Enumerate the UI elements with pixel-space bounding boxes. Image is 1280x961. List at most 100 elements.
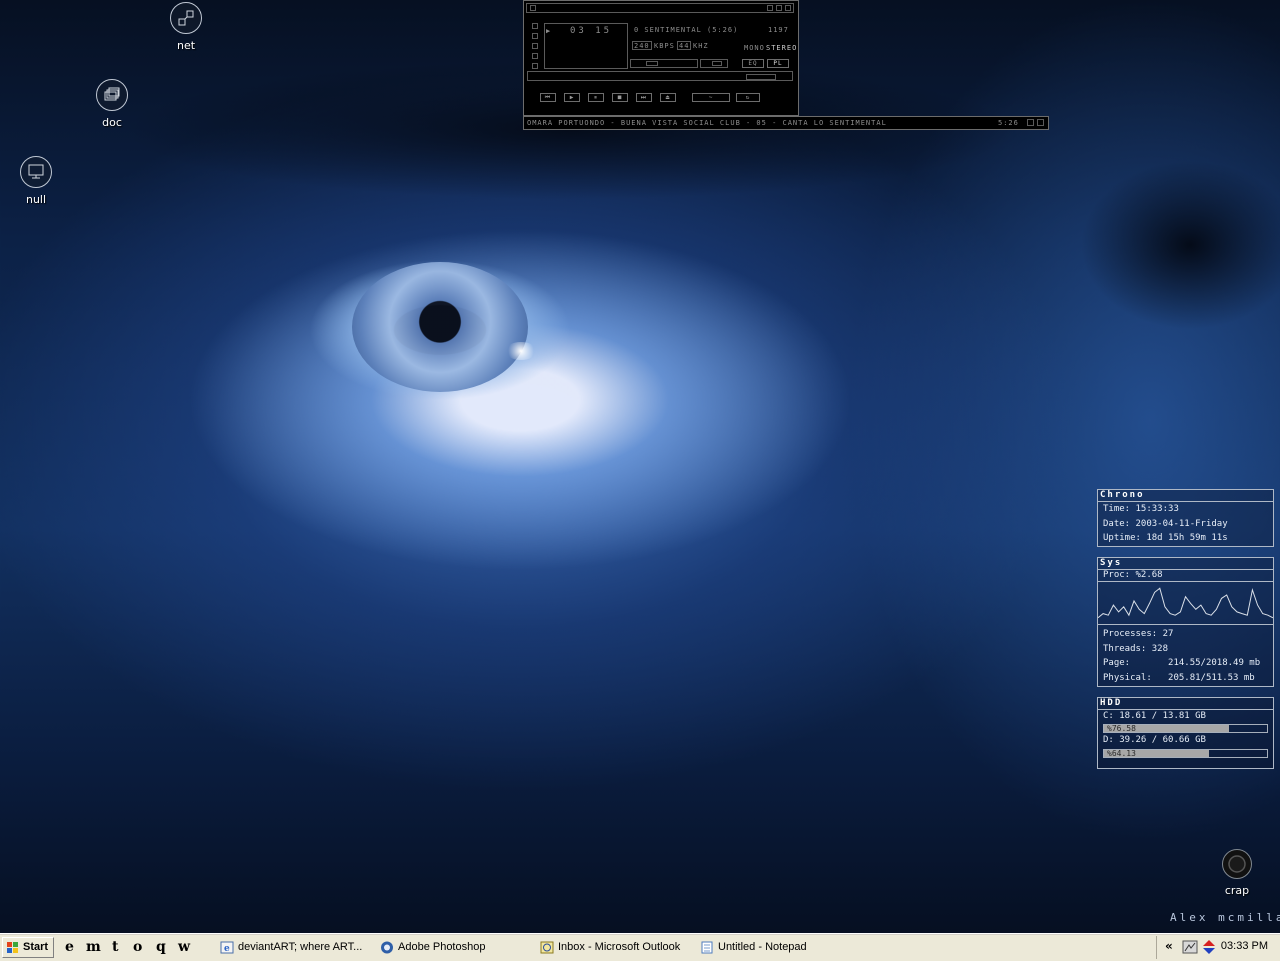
winamp-khz: 44 (679, 42, 690, 50)
winamp-stop-button[interactable]: ■ (612, 93, 628, 102)
documents-icon (96, 79, 128, 111)
winamp-pl-button[interactable]: PL (767, 59, 789, 68)
winamp-option-button[interactable] (532, 23, 538, 29)
winamp-pause-button[interactable]: ⏸ (588, 93, 604, 102)
wallpaper-iris (352, 262, 528, 392)
cpu-graph-line (1098, 587, 1273, 619)
tray-clock[interactable]: 03:33 PM (1221, 940, 1268, 952)
winamp-previous-button[interactable]: ⏮ (540, 93, 556, 102)
hdd-c-percent: %76.58 (1107, 724, 1136, 733)
sys-proc: Proc: %2.68 (1103, 570, 1163, 580)
quicklaunch-item[interactable]: e (65, 937, 74, 957)
quicklaunch-item[interactable]: o (133, 937, 142, 957)
taskbar-button-label: Inbox - Microsoft Outlook (558, 941, 681, 953)
quicklaunch-item[interactable]: q (156, 937, 166, 957)
winamp-eq-button[interactable]: EQ (742, 59, 764, 68)
chrono-title: Chrono (1098, 490, 1273, 502)
winamp-counter: 03 15 (570, 26, 613, 36)
taskbar-button-outlook[interactable]: Inbox - Microsoft Outlook (538, 938, 696, 957)
hdd-c-bar: %76.58 (1103, 724, 1268, 733)
outlook-icon (540, 941, 554, 954)
winamp-shuffle-button[interactable]: ~ (692, 93, 730, 102)
internet-explorer-icon: e (220, 941, 234, 954)
desktop-icon-label: crap (1224, 884, 1250, 897)
winamp-play-button[interactable]: ▶ (564, 93, 580, 102)
winamp-playlist-shade-button[interactable] (1027, 119, 1034, 126)
chrono-date: Date: 2003-04-11-Friday (1103, 518, 1228, 529)
safely-remove-hardware-icon[interactable] (1201, 939, 1217, 955)
winamp-eject-button[interactable]: ⏏ (660, 93, 676, 102)
recycle-bin-icon (1222, 849, 1252, 879)
desktop-icon-label: doc (102, 116, 122, 129)
winamp-option-button[interactable] (532, 33, 538, 39)
winamp-mono-label: MONO (744, 44, 765, 52)
winamp-option-button[interactable] (532, 63, 538, 69)
sys-page: Page: 214.55/2018.49 mb (1103, 658, 1261, 668)
winamp-shade-button[interactable] (776, 5, 782, 11)
quicklaunch-item[interactable]: t (112, 937, 118, 957)
tray-app-icon[interactable] (1182, 940, 1198, 954)
winamp-option-button[interactable] (532, 53, 538, 59)
cpu-graph (1098, 581, 1273, 625)
winamp-playlist-time: 5:26 (998, 119, 1019, 127)
winamp-option-button[interactable] (532, 43, 538, 49)
desktop-icon-crap[interactable]: crap (1202, 849, 1272, 897)
sys-threads: Threads: 328 (1103, 643, 1169, 654)
taskbar-button-notepad[interactable]: Untitled - Notepad (698, 938, 856, 957)
winamp-minimize-button[interactable] (767, 5, 773, 11)
hdd-d-bar: %64.13 (1103, 749, 1268, 758)
winamp-balance-thumb[interactable] (712, 61, 722, 66)
chrono-uptime: Uptime: 18d 15h 59m 11s (1103, 533, 1228, 543)
system-tray: « 03:33 PM (1156, 936, 1280, 959)
svg-text:e: e (224, 944, 230, 954)
taskbar-button-label: Untitled - Notepad (718, 941, 807, 953)
taskbar: Start e m t o q w e deviantART; where AR… (0, 933, 1280, 961)
winamp-kbps: 240 (634, 42, 650, 50)
hdd-panel: HDD C: 18.61 / 13.81 GB %76.58 D: 39.26 … (1097, 697, 1274, 769)
taskbar-button-photoshop[interactable]: Adobe Photoshop (378, 938, 534, 957)
winamp-stereo-label: STEREO (766, 44, 798, 52)
winamp-playlist-close-button[interactable] (1037, 119, 1044, 126)
desktop-icon-doc[interactable]: doc (77, 79, 147, 129)
sys-title: Sys (1098, 558, 1273, 570)
start-button[interactable]: Start (2, 937, 54, 958)
winamp-volume-slider[interactable] (630, 59, 698, 68)
winamp-play-indicator: ▶ (546, 27, 552, 35)
winamp-kbps-label: KBPS (654, 42, 675, 50)
winamp-playlist-entry[interactable]: OMARA PORTUONDO - BUENA VISTA SOCIAL CLU… (527, 119, 992, 127)
photoshop-icon (381, 941, 393, 954)
start-label: Start (23, 941, 49, 953)
desktop-icon-net[interactable]: net (151, 2, 221, 52)
winamp-repeat-button[interactable]: ↻ (736, 93, 760, 102)
chrono-time: Time: 15:33:33 (1103, 504, 1179, 514)
desktop-icon-label: net (176, 39, 196, 52)
notepad-icon (701, 941, 713, 954)
winamp-seek-thumb[interactable] (746, 74, 776, 80)
hdd-d-line: D: 39.26 / 60.66 GB (1103, 735, 1206, 745)
sys-physical: Physical: 205.81/511.53 mb (1103, 672, 1255, 683)
winamp-playlist-shade[interactable]: OMARA PORTUONDO - BUENA VISTA SOCIAL CLU… (523, 116, 1049, 130)
desktop-icon-null[interactable]: null (1, 156, 71, 206)
winamp-close-button[interactable] (785, 5, 791, 11)
chrono-panel: Chrono Time: 15:33:33 Date: 2003-04-11-F… (1097, 489, 1274, 547)
tray-expand-chevron[interactable]: « (1165, 939, 1173, 953)
windows-logo-icon (7, 942, 18, 953)
wallpaper-shadow-right (1080, 160, 1280, 330)
winamp-titlebar[interactable] (526, 3, 794, 13)
taskbar-button-deviantart[interactable]: e deviantART; where ART... (218, 938, 374, 957)
winamp-khz-label: KHZ (693, 42, 709, 50)
winamp-main-window[interactable]: ▶ 03 15 0 SENTIMENTAL (5:26) 1197 240 KB… (523, 0, 799, 116)
wallpaper-glint (505, 342, 537, 360)
winamp-menu-button[interactable] (530, 5, 536, 11)
taskbar-button-label: deviantART; where ART... (238, 941, 363, 953)
quicklaunch-item[interactable]: w (178, 937, 190, 957)
winamp-volume-thumb[interactable] (646, 61, 658, 66)
quicklaunch-item[interactable]: m (86, 937, 101, 957)
winamp-track-number: 1197 (768, 26, 789, 34)
desktop-signature: Alex mcmillan (1170, 911, 1280, 924)
sys-panel: Sys Proc: %2.68 Processes: 27 Threads: 3… (1097, 557, 1274, 687)
sys-processes: Processes: 27 (1103, 629, 1174, 639)
hdd-c-line: C: 18.61 / 13.81 GB (1103, 711, 1206, 721)
winamp-next-button[interactable]: ⏭ (636, 93, 652, 102)
hdd-title: HDD (1098, 698, 1273, 710)
